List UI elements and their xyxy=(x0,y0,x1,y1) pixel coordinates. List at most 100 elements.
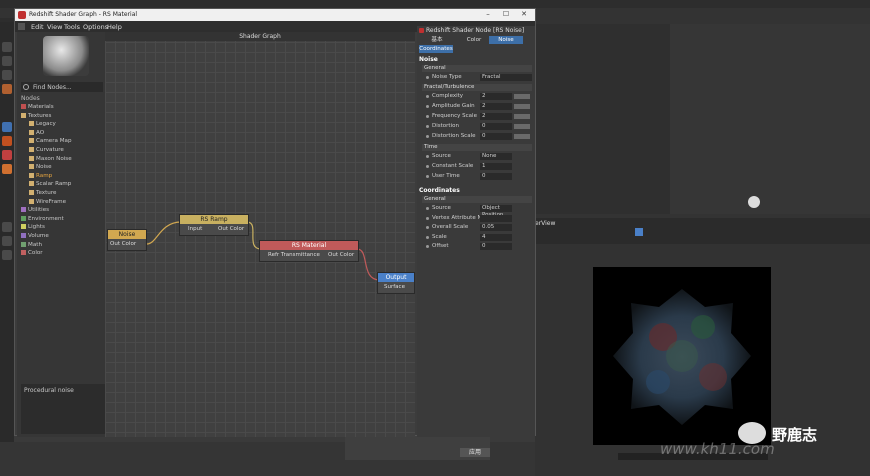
property-value-field[interactable]: 0 xyxy=(480,173,512,180)
menu-tools[interactable]: Tools xyxy=(64,23,80,31)
viewport-icon[interactable] xyxy=(635,228,643,236)
group-fractal[interactable]: Fractal/Turbulence xyxy=(422,84,532,91)
folder-icon xyxy=(29,138,34,144)
property-value-field[interactable]: 4 xyxy=(480,233,512,241)
noise-type-label: Noise Type xyxy=(432,74,462,80)
property-bullet xyxy=(426,235,429,239)
property-label: User Time xyxy=(432,173,460,179)
tool-icon[interactable] xyxy=(2,42,12,52)
property-bullet xyxy=(426,95,429,98)
output-node[interactable]: Output Surface xyxy=(377,272,415,294)
user-avatar[interactable] xyxy=(748,196,760,208)
property-value-field[interactable]: 0.05 xyxy=(480,224,512,231)
property-bullet xyxy=(426,207,429,210)
noise-type-select[interactable]: Fractal xyxy=(480,74,532,81)
tool-icon[interactable] xyxy=(2,70,12,80)
tree-item[interactable]: Maxon Noise xyxy=(29,155,72,164)
tool-icon[interactable] xyxy=(2,150,12,160)
tree-item[interactable]: Curvature xyxy=(29,147,64,155)
property-slider[interactable] xyxy=(514,104,530,109)
tree-item[interactable]: Noise xyxy=(29,164,52,172)
menu-edit[interactable]: Edit xyxy=(31,23,44,31)
material-refr-transmittance-port[interactable]: Refr Transmittance xyxy=(268,252,320,258)
group-time[interactable]: Time xyxy=(422,144,532,151)
tree-item[interactable]: Volume xyxy=(21,233,49,241)
material-out-color-port[interactable]: Out Color xyxy=(328,252,354,258)
tree-item[interactable]: Ramp xyxy=(29,172,52,181)
rs-material-node[interactable]: RS Material Refr Transmittance Out Color xyxy=(259,240,359,262)
tree-item[interactable]: Materials xyxy=(21,104,54,112)
window-title: Redshift Shader Graph - RS Material xyxy=(29,11,138,18)
tree-item[interactable]: Scalar Ramp xyxy=(29,181,71,189)
menu-options[interactable]: Options xyxy=(83,23,108,31)
tool-icon[interactable] xyxy=(2,84,12,94)
property-row: Source Object Position xyxy=(426,205,534,218)
ramp-out-color-port[interactable]: Out Color xyxy=(218,226,244,232)
property-value-field[interactable]: Object Position xyxy=(480,205,512,218)
folder-icon xyxy=(21,250,26,256)
minimize-button[interactable]: – xyxy=(481,10,495,19)
property-label: Source xyxy=(432,205,451,211)
tree-item-label: Utilities xyxy=(28,207,50,214)
tool-icon[interactable] xyxy=(2,56,12,66)
tree-item[interactable]: Color xyxy=(21,250,43,258)
property-value-field[interactable] xyxy=(480,214,512,222)
property-slider[interactable] xyxy=(514,94,530,99)
output-surface-port[interactable]: Surface xyxy=(384,284,405,290)
property-bullet xyxy=(426,115,429,118)
property-value-field[interactable]: 2 xyxy=(480,103,512,110)
tree-item[interactable]: AO xyxy=(29,129,45,138)
tree-item[interactable]: Textures xyxy=(21,112,51,121)
tab-coordinates[interactable]: Coordinates xyxy=(419,45,453,53)
property-slider[interactable] xyxy=(514,134,530,139)
noise-node[interactable]: Noise Out Color xyxy=(107,229,147,251)
tree-item-label: AO xyxy=(36,129,45,136)
tab-basic[interactable]: 基本 xyxy=(427,36,447,44)
tool-icon[interactable] xyxy=(2,136,12,146)
tree-item[interactable]: Utilities xyxy=(21,207,49,215)
tree-item[interactable]: Legacy xyxy=(29,121,56,129)
tab-noise[interactable]: Noise xyxy=(489,36,523,44)
group-general-2[interactable]: General xyxy=(422,196,532,203)
tree-item-label: Math xyxy=(28,241,42,248)
close-button[interactable]: ✕ xyxy=(517,10,531,19)
property-value-field[interactable]: 0 xyxy=(480,123,512,130)
group-general[interactable]: General xyxy=(422,65,532,72)
tree-item-label: Legacy xyxy=(36,121,56,128)
property-bullet xyxy=(426,155,429,158)
menu-help[interactable]: Help xyxy=(107,23,122,31)
tree-item[interactable]: WireFrame xyxy=(29,198,66,207)
tree-item[interactable]: Texture xyxy=(29,190,56,198)
rs-ramp-node[interactable]: RS Ramp Input Out Color xyxy=(179,214,249,236)
tree-item[interactable]: Environment xyxy=(21,215,64,224)
tool-icon[interactable] xyxy=(2,222,12,232)
menu-view[interactable]: View xyxy=(47,23,62,31)
tree-item[interactable]: Camera Map xyxy=(29,138,72,146)
maximize-button[interactable]: ☐ xyxy=(499,10,513,19)
property-value-field[interactable]: 0 xyxy=(480,133,512,140)
property-slider[interactable] xyxy=(514,124,530,129)
tool-icon[interactable] xyxy=(2,164,12,174)
folder-icon xyxy=(21,112,26,118)
tab-color[interactable]: Color xyxy=(461,36,487,44)
property-value-field[interactable]: 2 xyxy=(480,113,512,120)
property-slider[interactable] xyxy=(514,114,530,119)
tool-icon[interactable] xyxy=(2,236,12,246)
property-value-field[interactable]: 1 xyxy=(480,163,512,170)
property-value-field[interactable]: None xyxy=(480,153,512,160)
tree-item-label: Scalar Ramp xyxy=(36,181,72,188)
shader-graph-canvas[interactable]: Shader Graph Noise Out Color RS Ramp Inp… xyxy=(105,32,415,437)
property-value-field[interactable]: 2 xyxy=(480,93,512,100)
watermark-url: www.kh11.com xyxy=(660,440,775,458)
folder-icon xyxy=(29,121,34,127)
find-nodes-input[interactable]: Find Nodes... xyxy=(21,82,103,92)
tool-icon[interactable] xyxy=(2,250,12,260)
property-value-field[interactable]: 0 xyxy=(480,243,512,250)
noise-out-color-port[interactable]: Out Color xyxy=(110,241,136,247)
ramp-input-port[interactable]: Input xyxy=(188,226,202,232)
tool-icon[interactable] xyxy=(2,122,12,132)
tree-item[interactable]: Math xyxy=(21,241,42,250)
tree-item-label: Noise xyxy=(36,164,52,171)
tree-item[interactable]: Lights xyxy=(21,224,45,232)
apply-button[interactable]: 应用 xyxy=(460,448,490,457)
